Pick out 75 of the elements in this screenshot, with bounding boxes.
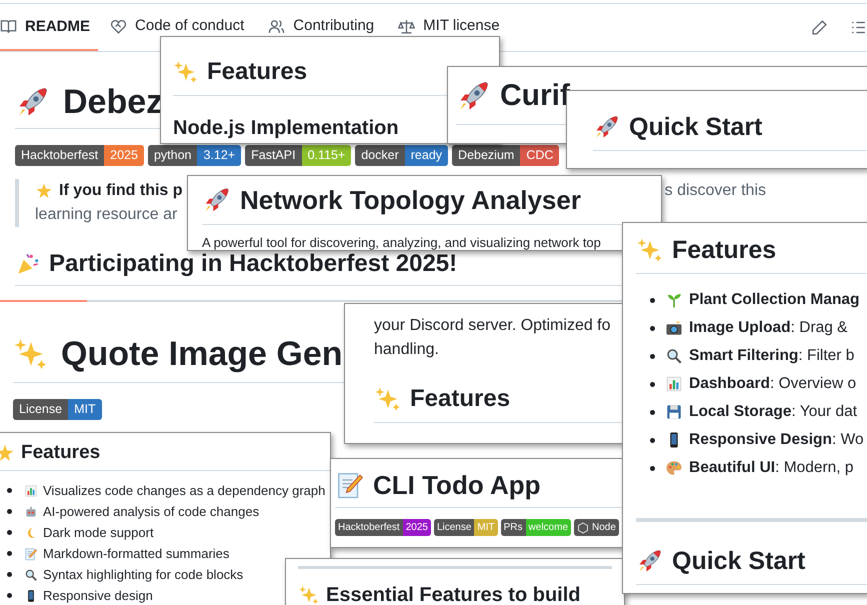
- bullet-icon: [650, 410, 655, 414]
- seedling-icon: [665, 291, 683, 309]
- glowing-star-icon: [0, 443, 15, 463]
- section-heading: CLI Todo App: [373, 469, 541, 501]
- node-logo-icon: [577, 522, 590, 534]
- bullet-icon: [7, 509, 12, 514]
- quote-text: s discover this: [664, 181, 766, 201]
- section-heading: Features: [207, 57, 308, 87]
- readme-tab[interactable]: Code of conduct: [98, 17, 256, 35]
- heart-icon: [110, 18, 128, 34]
- feature-item: Visualizes code changes as a dependency graph: [43, 482, 326, 500]
- section-heading: Participating in Hacktoberfest 2025!: [49, 250, 458, 279]
- bullet-icon: [7, 551, 12, 556]
- badge: Node: [574, 519, 619, 536]
- sparkles-icon: [298, 584, 320, 605]
- readme-title: Curif: [500, 78, 570, 114]
- scale-icon: [398, 18, 416, 34]
- floppy-icon: [665, 403, 683, 421]
- robot-icon: [24, 504, 38, 518]
- description-text: handling.: [374, 340, 439, 360]
- section-heading: Features: [672, 235, 776, 265]
- feature-item: Syntax highlighting for code blocks: [43, 566, 244, 584]
- palette-icon: [665, 459, 683, 477]
- bullet-icon: [650, 438, 655, 442]
- sparkles-icon: [636, 236, 664, 264]
- chart-icon: [24, 484, 38, 498]
- bullet-icon: [7, 593, 12, 598]
- bullet-icon: [650, 382, 655, 386]
- people-icon: [268, 18, 286, 34]
- camera-icon: [665, 319, 683, 337]
- magnifier-icon: [665, 347, 683, 365]
- outline-list-icon[interactable]: [850, 19, 867, 36]
- feature-item: Local Storage: Your dat: [689, 402, 858, 422]
- star-icon: [35, 182, 53, 200]
- quote-text: learning resource ar: [35, 205, 178, 225]
- section-heading: Quick Start: [672, 546, 806, 576]
- description-text: A powerful tool for discovering, analyzing, and visualizing network top: [202, 235, 602, 250]
- feature-item: AI-powered analysis of code changes: [43, 503, 260, 521]
- feature-item: Responsive design: [43, 587, 153, 605]
- section-heading: Quick Start: [629, 112, 762, 142]
- description-text: your Discord server. Optimized fo: [374, 316, 611, 336]
- sparkles-icon: [374, 385, 402, 413]
- bullet-icon: [7, 572, 12, 577]
- bullet-icon: [650, 354, 655, 358]
- feature-item: Plant Collection Manag: [689, 290, 860, 310]
- quote-lead: If you find this p: [59, 181, 183, 201]
- bullet-icon: [7, 530, 12, 535]
- bullet-icon: [650, 326, 655, 330]
- bullet-icon: [7, 488, 12, 493]
- readme-title: Quote Image Gen: [61, 334, 342, 374]
- feature-item: Dashboard: Overview o: [689, 374, 856, 394]
- memo-icon: [335, 470, 365, 500]
- section-heading: Features: [21, 441, 100, 465]
- magnifier-icon: [24, 568, 38, 582]
- bullet-icon: [650, 298, 655, 302]
- bullet-icon: [650, 466, 655, 470]
- readme-title: Debez: [63, 82, 164, 122]
- feature-item: Beautiful UI: Modern, p: [689, 458, 854, 478]
- feature-item: Smart Filtering: Filter b: [689, 346, 854, 366]
- memo-icon: [24, 546, 38, 560]
- feature-item: Image Upload: Drag &: [689, 318, 848, 338]
- section-heading: Features: [410, 384, 510, 414]
- chart-icon: [665, 375, 683, 393]
- readme-tab[interactable]: README: [0, 4, 98, 51]
- pencil-icon[interactable]: [811, 19, 828, 36]
- sparkles-icon: [173, 59, 199, 85]
- readme-tab[interactable]: MIT license: [386, 17, 512, 35]
- section-heading: Network Topology Analyser: [240, 184, 581, 216]
- book-icon: [0, 18, 17, 35]
- feature-item: Responsive Design: Wo: [689, 430, 864, 450]
- section-subheading: Node.js Implementation: [173, 116, 400, 140]
- section-heading: Essential Features to build: [326, 583, 581, 605]
- readme-tab[interactable]: Contributing: [256, 17, 386, 35]
- feature-item: Dark mode support: [43, 524, 154, 542]
- feature-item: Markdown-formatted summaries: [43, 545, 230, 563]
